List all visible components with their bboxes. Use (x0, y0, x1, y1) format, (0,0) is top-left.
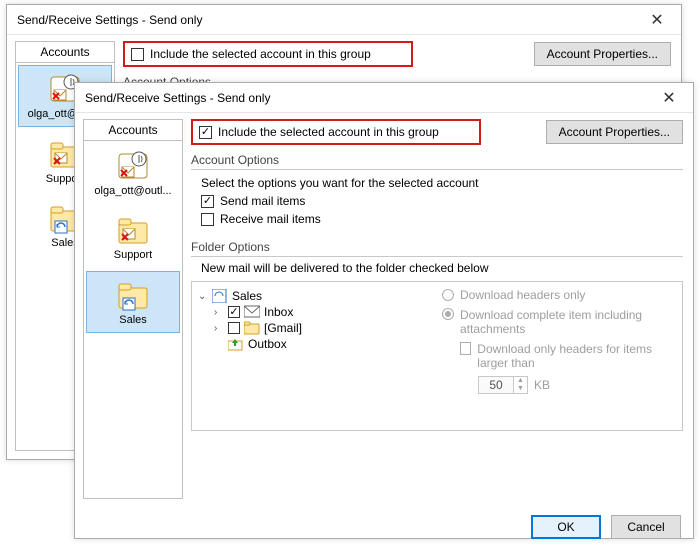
download-complete-radio (442, 308, 454, 320)
chevron-right-icon[interactable]: › (214, 307, 224, 318)
inbox-checkbox[interactable] (228, 306, 240, 318)
spin-up-icon: ▲ (513, 377, 527, 385)
kb-spinner: ▲▼ (478, 376, 528, 394)
download-larger-label: Download only headers for items larger t… (477, 342, 676, 370)
folder-sub: New mail will be delivered to the folder… (191, 257, 683, 275)
folder-sync-icon (117, 280, 149, 312)
folder-tree[interactable]: ⌄ Sales › Inbox › [Gmail] (198, 288, 432, 424)
tree-label: Outbox (248, 337, 287, 351)
include-checkbox[interactable] (131, 48, 144, 61)
account-properties-button[interactable]: Account Properties... (534, 42, 671, 66)
titlebar: Send/Receive Settings - Send only ✕ (75, 83, 693, 113)
outbox-icon (228, 337, 244, 351)
accounts-sidebar: Accounts olga_ott@outl... Support Sales (83, 119, 183, 499)
download-larger-checkbox (460, 342, 471, 355)
sync-icon (212, 289, 228, 303)
account-options-head: Account Options (191, 153, 683, 167)
sidebar-item-support[interactable]: Support (86, 207, 180, 267)
send-mail-label: Send mail items (220, 194, 305, 208)
tree-label: Inbox (264, 305, 293, 319)
sidebar-item-label: olga_ott@outl... (94, 185, 171, 197)
download-options: Download headers only Download complete … (442, 288, 676, 424)
receive-mail-checkbox[interactable] (201, 213, 214, 226)
sidebar-item-label: Sales (119, 314, 147, 326)
ok-button[interactable]: OK (531, 515, 601, 539)
sidebar-item-sales[interactable]: Sales (86, 271, 180, 333)
download-complete-label: Download complete item including attachm… (460, 308, 676, 336)
kb-input (479, 377, 513, 393)
include-checkbox[interactable] (199, 126, 212, 139)
close-icon[interactable]: ✕ (637, 6, 677, 34)
tree-inbox[interactable]: › Inbox (198, 304, 432, 320)
window-title: Send/Receive Settings - Send only (85, 91, 649, 105)
account-properties-button[interactable]: Account Properties... (546, 120, 683, 144)
cancel-button[interactable]: Cancel (611, 515, 681, 539)
titlebar: Send/Receive Settings - Send only ✕ (7, 5, 681, 35)
dialog-footer: OK Cancel (75, 505, 693, 549)
spin-down-icon: ▼ (513, 385, 527, 393)
sidebar-header: Accounts (84, 120, 182, 141)
tree-label: [Gmail] (264, 321, 302, 335)
sidebar-item-olga[interactable]: olga_ott@outl... (86, 143, 180, 203)
window-title: Send/Receive Settings - Send only (17, 13, 637, 27)
send-mail-checkbox[interactable] (201, 195, 214, 208)
include-label: Include the selected account in this gro… (150, 47, 371, 61)
envelope-icon (244, 305, 260, 319)
chevron-right-icon[interactable]: › (214, 323, 224, 334)
include-highlight: Include the selected account in this gro… (191, 119, 481, 145)
tree-root[interactable]: ⌄ Sales (198, 288, 432, 304)
front-window: Send/Receive Settings - Send only ✕ Acco… (74, 82, 694, 539)
tree-outbox[interactable]: Outbox (198, 336, 432, 352)
tree-label: Sales (232, 289, 262, 303)
include-highlight: Include the selected account in this gro… (123, 41, 413, 67)
tree-gmail[interactable]: › [Gmail] (198, 320, 432, 336)
kb-label: KB (534, 378, 550, 392)
select-options-text: Select the options you want for the sele… (201, 176, 683, 190)
account-icon (117, 151, 149, 183)
folder-icon (117, 215, 149, 247)
chevron-down-icon[interactable]: ⌄ (198, 291, 208, 302)
sidebar-item-label: Support (114, 249, 153, 261)
download-headers-label: Download headers only (460, 288, 585, 302)
download-headers-radio (442, 289, 454, 301)
include-label: Include the selected account in this gro… (218, 125, 439, 139)
receive-mail-label: Receive mail items (220, 212, 321, 226)
sidebar-header: Accounts (16, 42, 114, 63)
folder-options-head: Folder Options (191, 240, 683, 254)
close-icon[interactable]: ✕ (649, 84, 689, 112)
gmail-checkbox[interactable] (228, 322, 240, 334)
folder-options-box: ⌄ Sales › Inbox › [Gmail] (191, 281, 683, 431)
folder-icon (244, 321, 260, 335)
